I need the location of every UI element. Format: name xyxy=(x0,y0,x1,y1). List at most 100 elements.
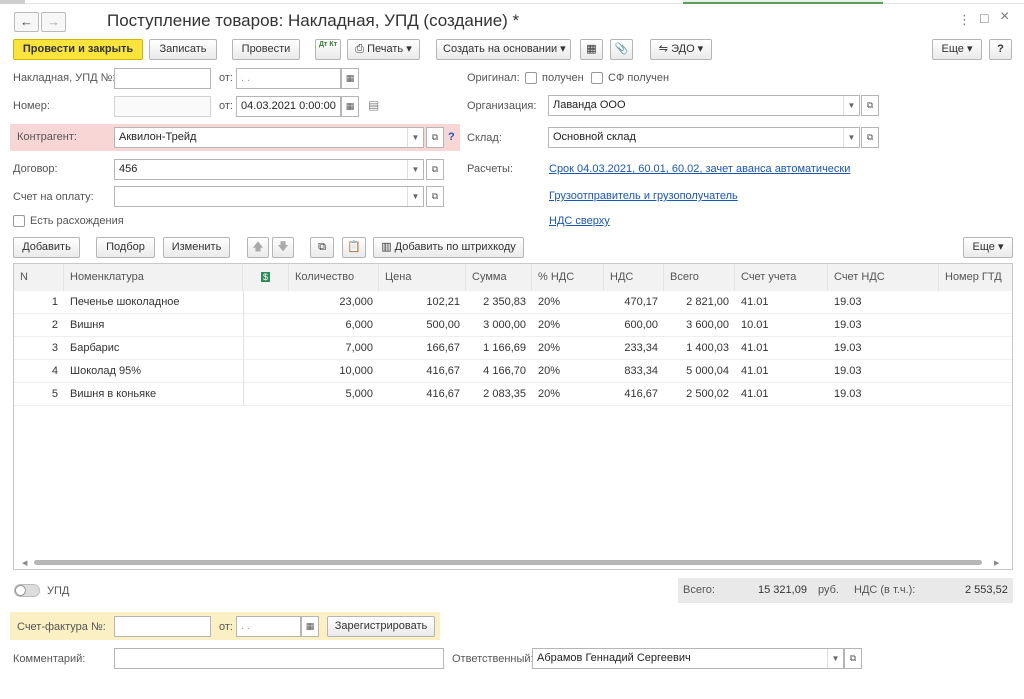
organization-field[interactable]: Лаванда ООО ▼ xyxy=(548,95,860,116)
cell-vat-account[interactable]: 19.03 xyxy=(834,337,934,360)
pick-button[interactable]: Подбор xyxy=(96,237,155,258)
cell-gtd[interactable] xyxy=(945,314,1010,337)
scroll-right-icon[interactable]: ▶ xyxy=(994,559,999,567)
cell-account[interactable]: 41.01 xyxy=(741,291,826,314)
move-down-icon[interactable]: 🡇 xyxy=(272,237,294,258)
scroll-left-icon[interactable]: ◀ xyxy=(22,559,27,567)
open-icon[interactable]: ⧉ xyxy=(861,95,879,116)
cell-total[interactable]: 2 500,02 xyxy=(664,383,735,406)
cell-account[interactable]: 41.01 xyxy=(741,337,826,360)
calendar-icon[interactable]: ▦ xyxy=(301,616,319,637)
post-button[interactable]: Провести xyxy=(232,39,300,60)
invoice-date-field[interactable]: . . xyxy=(236,68,341,89)
cell-name[interactable]: Вишня в коньяке xyxy=(70,383,240,406)
date-settings-icon[interactable]: ▤ xyxy=(368,98,379,112)
cell-price[interactable]: 416,67 xyxy=(379,360,466,383)
warehouse-field[interactable]: Основной склад ▼ xyxy=(548,127,860,148)
cell-n[interactable]: 5 xyxy=(14,383,64,406)
column-header-n[interactable]: N xyxy=(14,264,64,291)
contract-field[interactable]: 456 ▼ xyxy=(114,159,424,180)
cell-vat-account[interactable]: 19.03 xyxy=(834,314,934,337)
cell-sum[interactable]: 3 000,00 xyxy=(466,314,532,337)
chevron-down-icon[interactable]: ▼ xyxy=(843,128,859,147)
add-row-button[interactable]: Добавить xyxy=(13,237,80,258)
cell-gtd[interactable] xyxy=(945,291,1010,314)
payment-invoice-field[interactable]: ▼ xyxy=(114,186,424,207)
table-more-button[interactable]: Еще ▾ xyxy=(963,237,1013,258)
vat-on-top-link[interactable]: НДС сверху xyxy=(549,215,610,227)
cell-price[interactable]: 102,21 xyxy=(379,291,466,314)
cell-vat[interactable]: 600,00 xyxy=(604,314,664,337)
cell-n[interactable]: 4 xyxy=(14,360,64,383)
column-header-nomenclature[interactable]: Номенклатура xyxy=(64,264,243,291)
maximize-icon[interactable]: □ xyxy=(980,10,988,26)
column-header-dollar[interactable]: $ xyxy=(243,264,289,291)
number-date-field[interactable]: 04.03.2021 0:00:00 xyxy=(236,96,341,117)
cell-gtd[interactable] xyxy=(945,360,1010,383)
cell-qty[interactable]: 7,000 xyxy=(289,337,379,360)
open-icon[interactable]: ⧉ xyxy=(426,159,444,180)
register-button[interactable]: Зарегистрировать xyxy=(327,616,435,637)
cell-vat-account[interactable]: 19.03 xyxy=(834,360,934,383)
open-icon[interactable]: ⧉ xyxy=(426,127,444,148)
invoice-from-date-field[interactable]: . . xyxy=(236,616,301,637)
upd-toggle[interactable] xyxy=(14,584,40,597)
more-button[interactable]: Еще ▾ xyxy=(932,39,982,60)
cell-account[interactable]: 10.01 xyxy=(741,314,826,337)
column-header-total[interactable]: Всего xyxy=(664,264,735,291)
dt-kt-icon[interactable]: Дт Кт xyxy=(315,39,341,60)
cell-n[interactable]: 1 xyxy=(14,291,64,314)
cell-n[interactable]: 2 xyxy=(14,314,64,337)
cell-gtd[interactable] xyxy=(945,337,1010,360)
column-header-sum[interactable]: Сумма xyxy=(466,264,532,291)
cell-vat[interactable]: 416,67 xyxy=(604,383,664,406)
create-based-on-button[interactable]: Создать на основании ▾ xyxy=(436,39,571,60)
attachment-icon[interactable]: 📎 xyxy=(610,39,633,60)
column-header-quantity[interactable]: Количество xyxy=(289,264,379,291)
cell-total[interactable]: 2 821,00 xyxy=(664,291,735,314)
discrepancy-checkbox[interactable] xyxy=(13,215,25,227)
column-header-price[interactable]: Цена xyxy=(379,264,466,291)
close-icon[interactable]: × xyxy=(1000,8,1009,26)
invoice-no-field[interactable] xyxy=(114,616,211,637)
structure-icon[interactable]: ▦ xyxy=(580,39,603,60)
save-button[interactable]: Записать xyxy=(149,39,217,60)
chevron-down-icon[interactable]: ▼ xyxy=(407,128,423,147)
cell-account[interactable]: 41.01 xyxy=(741,360,826,383)
table-row[interactable]: 5 Вишня в коньяке 5,000 416,67 2 083,35 20% 41… xyxy=(14,383,1012,406)
column-header-vat-rate[interactable]: % НДС xyxy=(532,264,604,291)
cell-vat[interactable]: 470,17 xyxy=(604,291,664,314)
copy-icon[interactable]: ⧉ xyxy=(310,237,334,258)
cell-qty[interactable]: 5,000 xyxy=(289,383,379,406)
cell-sum[interactable]: 2 083,35 xyxy=(466,383,532,406)
sf-received-checkbox[interactable] xyxy=(591,72,603,84)
counterparty-field[interactable]: Аквилон-Трейд ▼ xyxy=(114,127,424,148)
back-button[interactable]: ← xyxy=(14,12,39,32)
cell-vat-account[interactable]: 19.03 xyxy=(834,383,934,406)
cell-price[interactable]: 166,67 xyxy=(379,337,466,360)
table-row[interactable]: 3 Барбарис 7,000 166,67 1 166,69 20% 233,34 1 4… xyxy=(14,337,1012,360)
horizontal-scrollbar[interactable]: ◀ ▶ xyxy=(14,557,1012,569)
chevron-down-icon[interactable]: ▼ xyxy=(827,649,843,668)
edo-button[interactable]: ⇋ ЭДО ▾ xyxy=(650,39,712,60)
cell-price[interactable]: 500,00 xyxy=(379,314,466,337)
table-row[interactable]: 4 Шоколад 95% 10,000 416,67 4 166,70 20% 833,3… xyxy=(14,360,1012,383)
cell-gtd[interactable] xyxy=(945,383,1010,406)
cell-name[interactable]: Барбарис xyxy=(70,337,240,360)
chevron-down-icon[interactable]: ▼ xyxy=(407,187,423,206)
cell-name[interactable]: Вишня xyxy=(70,314,240,337)
cell-total[interactable]: 1 400,03 xyxy=(664,337,735,360)
cell-qty[interactable]: 10,000 xyxy=(289,360,379,383)
cell-n[interactable]: 3 xyxy=(14,337,64,360)
invoice-number-field[interactable] xyxy=(114,68,211,89)
paste-icon[interactable]: 📋 xyxy=(342,237,366,258)
cell-vat-rate[interactable]: 20% xyxy=(538,337,598,360)
cell-sum[interactable]: 2 350,83 xyxy=(466,291,532,314)
cell-vat[interactable]: 833,34 xyxy=(604,360,664,383)
column-header-gtd[interactable]: Номер ГТД xyxy=(939,264,1012,291)
cell-total[interactable]: 5 000,04 xyxy=(664,360,735,383)
cell-vat-account[interactable]: 19.03 xyxy=(834,291,934,314)
more-options-icon[interactable]: ⋮ xyxy=(958,12,971,28)
change-button[interactable]: Изменить xyxy=(163,237,230,258)
cell-name[interactable]: Шоколад 95% xyxy=(70,360,240,383)
